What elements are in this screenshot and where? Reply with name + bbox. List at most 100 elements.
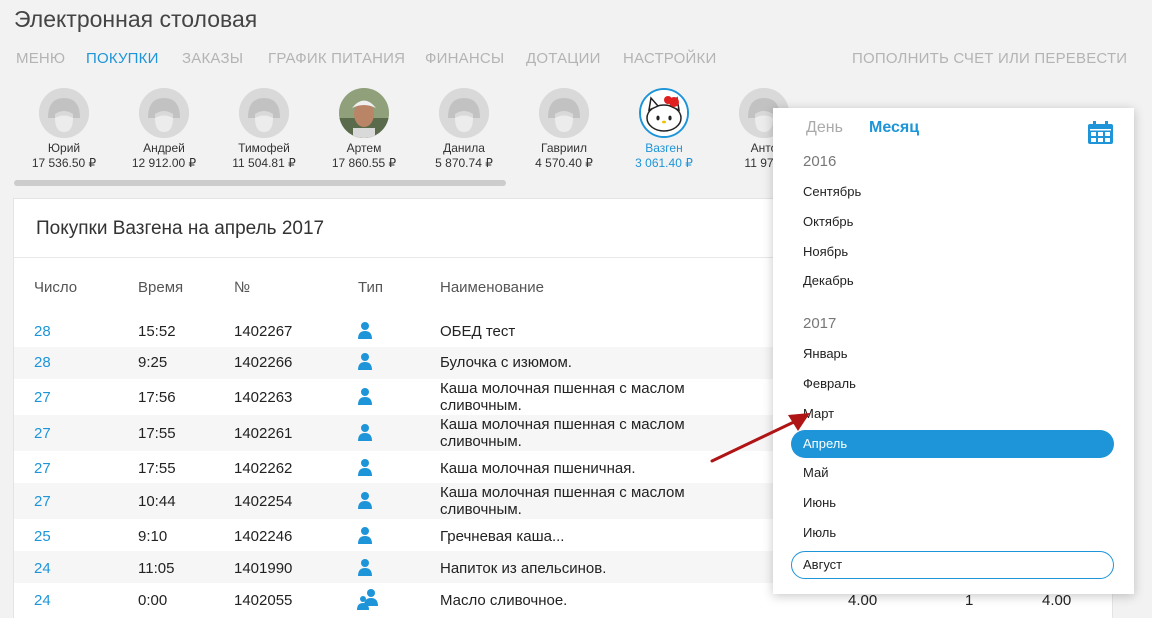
child-balance: 17 536.50 ₽: [31, 156, 97, 170]
row-time: 17:55: [138, 460, 176, 477]
row-item-name: Напиток из апельсинов.: [440, 560, 607, 577]
month-option[interactable]: Март: [791, 400, 1114, 428]
row-day-link[interactable]: 27: [34, 425, 51, 442]
period-picker-dropdown: День Месяц 2016 Сентябрь Октябрь Ноябрь …: [773, 108, 1134, 594]
child-name: Юрий: [47, 141, 81, 155]
person-icon: [357, 387, 373, 405]
month-option[interactable]: Январь: [791, 340, 1114, 368]
col-header-name[interactable]: Наименование: [440, 279, 544, 296]
panel-title: Покупки Вазгена на апрель 2017: [36, 218, 325, 239]
default-avatar-icon: [439, 88, 489, 138]
person-icon: [357, 526, 373, 544]
child-name: Данила: [443, 141, 485, 155]
tab-day[interactable]: День: [806, 119, 843, 137]
nav-orders[interactable]: ЗАКАЗЫ: [182, 50, 243, 67]
child-balance: 4 570.40 ₽: [535, 156, 593, 170]
col-header-type[interactable]: Тип: [358, 279, 383, 296]
child-card[interactable]: Артем 17 860.55 ₽: [314, 88, 414, 171]
month-option-selected[interactable]: Апрель: [791, 430, 1114, 458]
col-header-time[interactable]: Время: [138, 279, 183, 296]
nav-finances[interactable]: ФИНАНСЫ: [425, 50, 504, 67]
person-icon: [357, 558, 373, 576]
children-selector: Юрий 17 536.50 ₽ Андрей 12 912.00 ₽ Тимо…: [14, 88, 794, 188]
child-card[interactable]: Андрей 12 912.00 ₽: [114, 88, 214, 171]
child-balance: 11 504.81 ₽: [232, 156, 296, 170]
calendar-icon[interactable]: [1088, 121, 1113, 144]
month-option[interactable]: Сентябрь: [791, 178, 1114, 206]
person-icon: [357, 458, 373, 476]
child-card-active[interactable]: Вазген 3 061.40 ₽: [614, 88, 714, 171]
child-card[interactable]: Юрий 17 536.50 ₽: [14, 88, 114, 171]
row-number: 1402267: [234, 323, 293, 340]
nav-settings[interactable]: НАСТРОЙКИ: [623, 50, 716, 67]
topup-link[interactable]: ПОПОЛНИТЬ СЧЕТ ИЛИ ПЕРЕВЕСТИ: [852, 50, 1127, 67]
tab-month[interactable]: Месяц: [869, 119, 919, 137]
month-option[interactable]: Декабрь: [791, 267, 1114, 295]
row-quantity: 1: [965, 592, 974, 609]
child-balance: 5 870.74 ₽: [435, 156, 493, 170]
hello-kitty-avatar: [639, 88, 689, 138]
row-time: 15:52: [138, 323, 176, 340]
row-day-link[interactable]: 28: [34, 323, 51, 340]
child-balance: 12 912.00 ₽: [131, 156, 197, 170]
month-option[interactable]: Октябрь: [791, 208, 1114, 236]
row-time: 17:56: [138, 389, 176, 406]
row-item-name: ОБЕД тест: [440, 323, 516, 340]
person-icon: [357, 352, 373, 370]
default-avatar-icon: [239, 88, 289, 138]
row-item-name: Каша молочная пшенная с маслом сливочным…: [440, 416, 685, 450]
col-header-day[interactable]: Число: [34, 279, 77, 296]
nav-menu[interactable]: МЕНЮ: [16, 50, 65, 67]
month-option[interactable]: Февраль: [791, 370, 1114, 398]
photo-avatar: [339, 88, 389, 138]
child-name: Андрей: [143, 141, 185, 155]
row-day-link[interactable]: 27: [34, 460, 51, 477]
row-item-name: Масло сливочное.: [440, 592, 568, 609]
row-time: 11:05: [138, 560, 175, 577]
row-time: 17:55: [138, 425, 176, 442]
row-item-name: Гречневая каша...: [440, 528, 565, 545]
row-item-name: Каша молочная пшенная с маслом сливочным…: [440, 380, 685, 414]
row-day-link[interactable]: 25: [34, 528, 51, 545]
child-card[interactable]: Данила 5 870.74 ₽: [414, 88, 514, 171]
nav-meal-schedule[interactable]: ГРАФИК ПИТАНИЯ: [268, 50, 405, 67]
row-day-link[interactable]: 27: [34, 493, 51, 510]
row-number: 1402055: [234, 592, 293, 609]
month-option[interactable]: Июнь: [791, 489, 1114, 517]
person-icon: [357, 321, 373, 339]
row-day-link[interactable]: 27: [34, 389, 51, 406]
year-label: 2016: [803, 153, 837, 170]
nav-purchases[interactable]: ПОКУПКИ: [86, 50, 159, 67]
row-number: 1401990: [234, 560, 293, 577]
default-avatar-icon: [139, 88, 189, 138]
row-time: 9:25: [138, 354, 168, 371]
child-card[interactable]: Тимофей 11 504.81 ₽: [214, 88, 314, 171]
row-day-link[interactable]: 24: [34, 592, 51, 609]
row-number: 1402261: [234, 425, 293, 442]
month-option-focused[interactable]: Август: [791, 551, 1114, 579]
children-scrollbar[interactable]: [14, 180, 506, 186]
person-icon: [357, 423, 373, 441]
row-number: 1402254: [234, 493, 293, 510]
person-icon: [357, 491, 373, 509]
annotation-arrow-icon: [710, 413, 810, 463]
row-time: 0:00: [138, 592, 168, 609]
month-option[interactable]: Ноябрь: [791, 238, 1114, 266]
row-day-link[interactable]: 24: [34, 560, 51, 577]
main-nav: МЕНЮ ПОКУПКИ ЗАКАЗЫ ГРАФИК ПИТАНИЯ ФИНАН…: [0, 50, 1152, 70]
row-day-link[interactable]: 28: [34, 354, 51, 371]
row-item-name: Каша молочная пшенная с маслом сливочным…: [440, 484, 685, 518]
default-avatar-icon: [39, 88, 89, 138]
child-name: Тимофей: [238, 141, 290, 155]
row-item-name: Булочка с изюмом.: [440, 354, 572, 371]
group-icon: [357, 588, 379, 610]
col-header-number[interactable]: №: [234, 279, 250, 296]
month-option[interactable]: Июль: [791, 519, 1114, 547]
nav-subsidies[interactable]: ДОТАЦИИ: [526, 50, 601, 67]
default-avatar-icon: [539, 88, 589, 138]
row-item-name: Каша молочная пшеничная.: [440, 460, 636, 477]
child-card[interactable]: Гавриил 4 570.40 ₽: [514, 88, 614, 171]
child-name: Артем: [346, 141, 382, 155]
month-option[interactable]: Май: [791, 459, 1114, 487]
app-title: Электронная столовая: [14, 6, 258, 32]
